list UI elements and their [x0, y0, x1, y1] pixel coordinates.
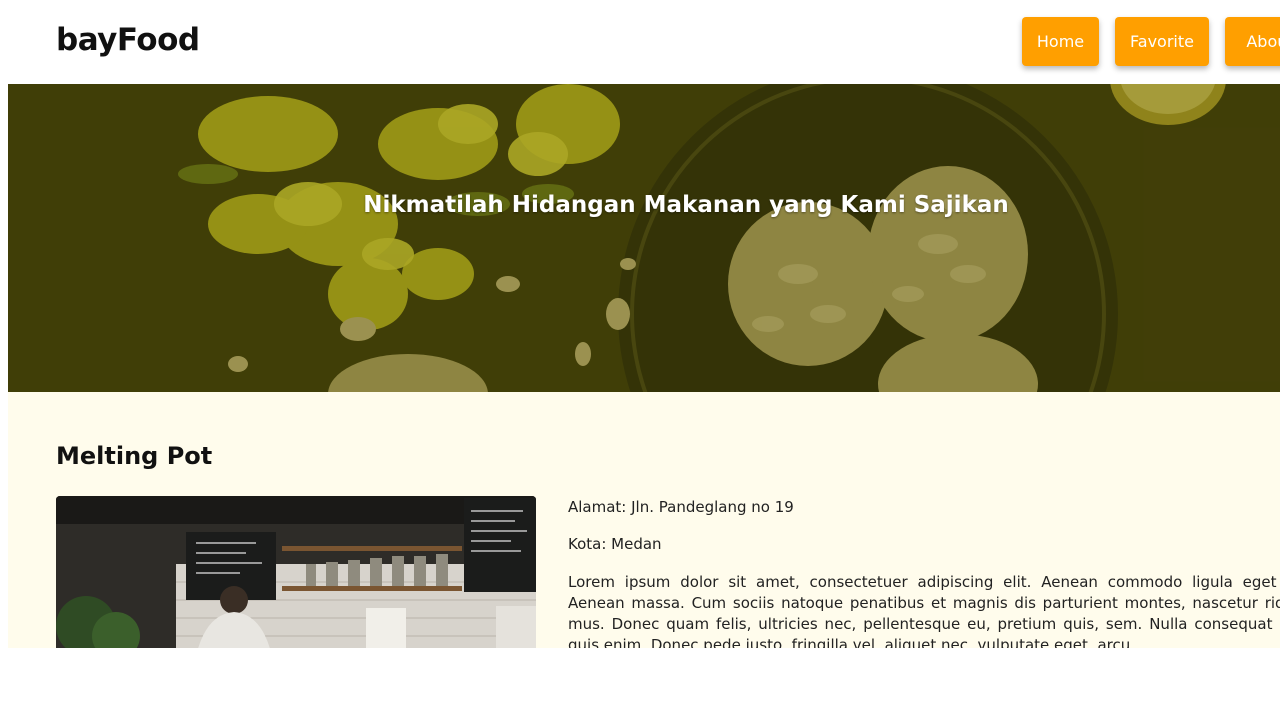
restaurant-photo-image [56, 496, 536, 648]
restaurant-section: Melting Pot Alamat: Jln. Pandeglang no 1… [8, 392, 1280, 648]
nav-home-button[interactable]: Home [1022, 17, 1099, 66]
page-bottom-blank [0, 648, 1280, 720]
app-header: bayFood Home Favorite About [0, 0, 1280, 84]
restaurant-address: Alamat: Jln. Pandeglang no 19 [568, 498, 794, 516]
restaurant-name: Melting Pot [56, 442, 213, 470]
main-nav: Home Favorite About [0, 0, 1280, 84]
hero-title: Nikmatilah Hidangan Makanan yang Kami Sa… [363, 192, 1009, 218]
restaurant-description: Lorem ipsum dolor sit amet, consectetuer… [568, 573, 1280, 648]
nav-favorite-button[interactable]: Favorite [1115, 17, 1209, 66]
restaurant-city: Kota: Medan [568, 535, 662, 553]
restaurant-photo [56, 496, 536, 648]
nav-about-button[interactable]: About [1225, 17, 1280, 66]
hero-banner: Nikmatilah Hidangan Makanan yang Kami Sa… [8, 84, 1280, 392]
hero-overlay [8, 84, 1280, 392]
